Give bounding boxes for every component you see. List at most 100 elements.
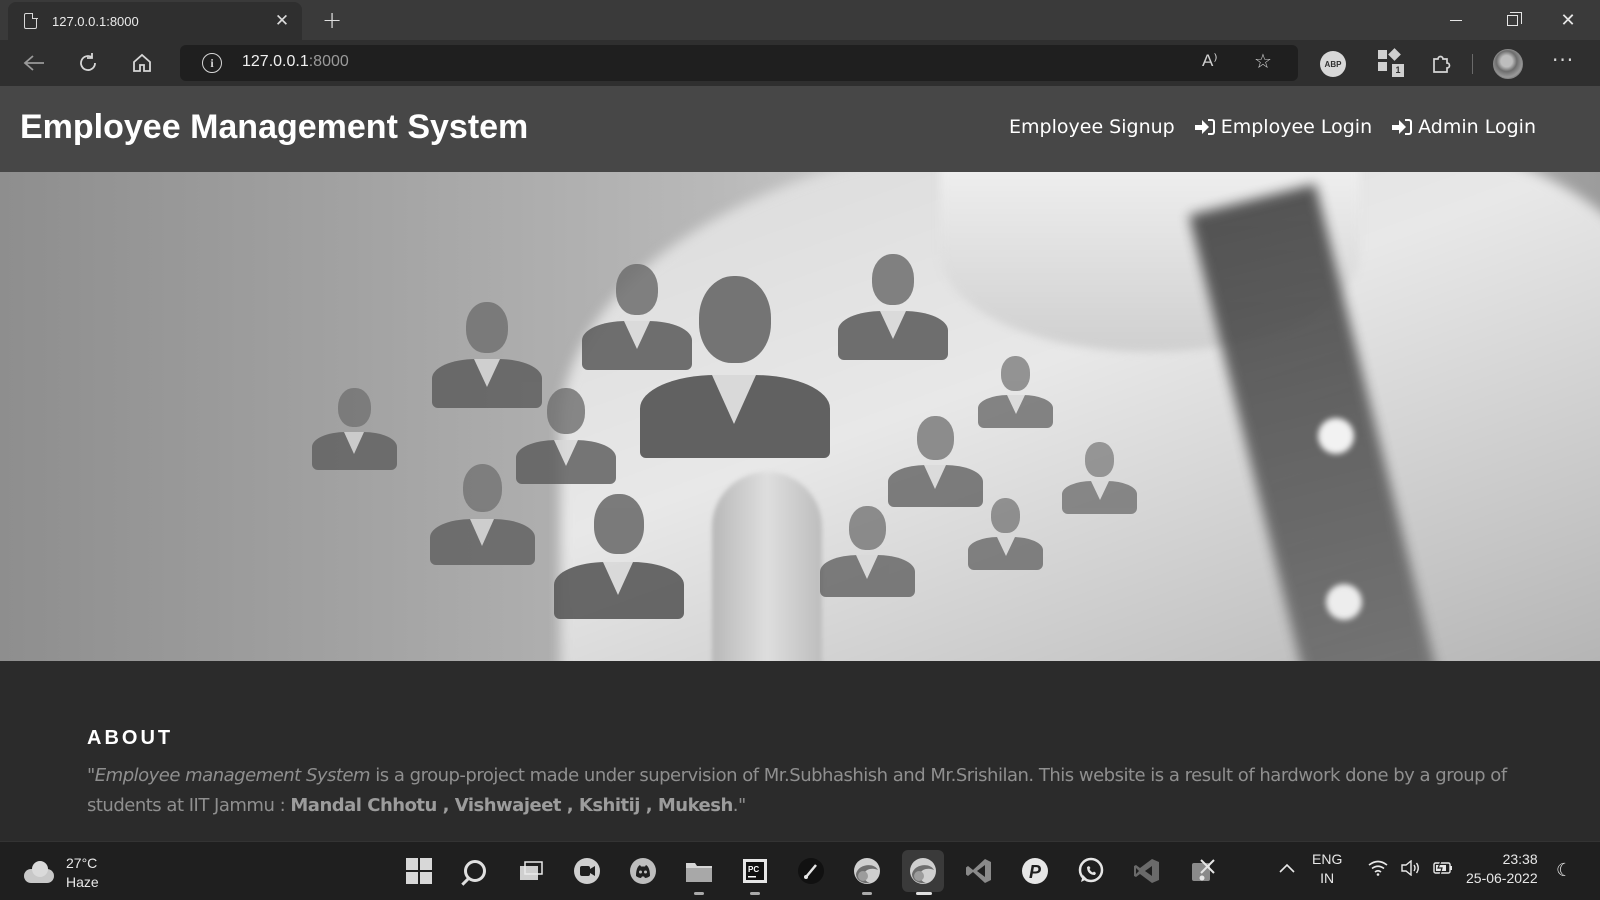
clock-time: 23:38 [1502, 851, 1538, 867]
vscode-button[interactable] [958, 850, 1000, 892]
restore-icon [1506, 11, 1522, 26]
employee-login-link[interactable]: Employee Login [1194, 116, 1373, 138]
pycharm-button[interactable]: PC [734, 850, 776, 895]
hero-finger-shape [712, 472, 822, 661]
minimize-button[interactable] [1428, 0, 1484, 40]
taskbar-clock[interactable]: 23:38 25-06-2022 [1466, 850, 1538, 888]
active-indicator [916, 892, 932, 895]
whatsapp-icon [1078, 857, 1104, 883]
system-tray: ENG IN [1278, 850, 1454, 888]
windows-logo-icon [406, 858, 432, 884]
employee-signup-link[interactable]: Employee Signup [1009, 116, 1175, 138]
wifi-icon[interactable] [1368, 860, 1388, 879]
weather-widget[interactable]: 27°C Haze [22, 854, 99, 892]
restore-button[interactable] [1484, 0, 1540, 40]
input-language-indicator[interactable]: ENG IN [1312, 850, 1342, 888]
pen-app-icon [798, 858, 824, 884]
snipping-tool-button[interactable] [1182, 850, 1224, 892]
about-quote-open: " [87, 765, 95, 786]
close-window-button[interactable]: ✕ [1540, 0, 1596, 40]
p-app-button[interactable]: P [1014, 850, 1056, 892]
running-indicator [862, 892, 872, 895]
video-chat-icon [574, 858, 600, 884]
info-icon[interactable]: i [202, 53, 222, 73]
visual-studio-button[interactable] [1126, 850, 1168, 892]
browser-tab-strip: 127.0.0.1:8000 ✕ + ✕ [0, 0, 1600, 40]
url-text[interactable]: 127.0.0.1:8000 [242, 53, 349, 71]
about-section: ABOUT "Employee management System is a g… [0, 661, 1600, 841]
hero-shirt-button [1318, 418, 1354, 454]
site-title[interactable]: Employee Management System [20, 108, 528, 147]
refresh-icon [80, 53, 96, 71]
person-silhouette-icon [978, 356, 1053, 431]
person-silhouette-icon [582, 264, 692, 374]
add-favorite-icon[interactable]: ☆ [1254, 49, 1272, 73]
about-quote-close: ." [732, 795, 747, 816]
edge-profile-button[interactable] [846, 850, 888, 895]
about-text: "Employee management System is a group-p… [87, 761, 1507, 821]
collections-square [1378, 50, 1387, 59]
person-silhouette-icon [1062, 442, 1137, 517]
search-icon [464, 860, 486, 882]
person-silhouette-icon [968, 498, 1043, 573]
hero-banner-image [0, 172, 1600, 661]
svg-text:P: P [1029, 862, 1042, 882]
close-tab-icon[interactable]: ✕ [270, 9, 294, 33]
file-explorer-button[interactable] [678, 850, 720, 895]
search-button[interactable] [454, 850, 496, 892]
person-silhouette-icon [554, 494, 684, 624]
address-bar[interactable]: i 127.0.0.1:8000 A⁾ ☆ [180, 45, 1298, 81]
person-silhouette-icon [888, 416, 983, 511]
extensions-icon[interactable] [1428, 50, 1454, 78]
edge-active-button[interactable] [902, 850, 944, 895]
back-button[interactable] [18, 47, 50, 79]
pycharm-icon: PC [743, 859, 767, 883]
settings-more-icon[interactable]: ··· [1552, 48, 1574, 72]
minimize-icon [1450, 19, 1462, 21]
task-view-icon [520, 861, 543, 880]
edge-browser-icon [910, 858, 936, 884]
person-silhouette-icon [838, 254, 948, 364]
about-members: Mandal Chhotu , Vishwajeet , Kshitij , M… [290, 795, 733, 816]
svg-text:PC: PC [748, 865, 759, 874]
focus-assist-moon-icon[interactable]: ☾ [1556, 860, 1572, 881]
volume-icon[interactable] [1400, 859, 1420, 879]
tab-title: 127.0.0.1:8000 [52, 13, 139, 29]
admin-login-label: Admin Login [1418, 116, 1536, 138]
edge-browser-icon [854, 858, 880, 884]
employee-signup-label: Employee Signup [1009, 116, 1175, 138]
refresh-button[interactable] [72, 47, 104, 79]
show-hidden-icons-chevron-icon[interactable] [1278, 861, 1296, 877]
person-silhouette-icon [820, 506, 915, 601]
temperature: 27°C [66, 855, 98, 871]
whatsapp-button[interactable] [1070, 850, 1112, 892]
visual-studio-icon [1134, 859, 1159, 883]
hero-shirt-button [1326, 584, 1362, 620]
teams-chat-button[interactable] [566, 850, 608, 892]
admin-login-link[interactable]: Admin Login [1392, 116, 1536, 138]
new-tab-button[interactable]: + [318, 6, 346, 34]
inkscape-button[interactable] [790, 850, 832, 892]
profile-avatar[interactable] [1493, 49, 1523, 79]
toolbar-divider [1472, 54, 1473, 74]
url-host: 127.0.0.1 [242, 53, 309, 70]
windows-taskbar: 27°C Haze PC P ENG IN 23:38 25-06-2022 ☾ [0, 841, 1600, 900]
discord-button[interactable] [622, 850, 664, 892]
read-aloud-icon[interactable]: A⁾ [1202, 51, 1218, 71]
about-heading: ABOUT [87, 727, 174, 749]
home-button[interactable] [126, 47, 158, 79]
collections-icon[interactable]: 1 [1378, 48, 1404, 78]
start-button[interactable] [398, 850, 440, 892]
employee-login-label: Employee Login [1220, 116, 1373, 138]
haze-weather-icon [22, 861, 56, 885]
task-view-button[interactable] [510, 850, 552, 892]
discord-icon [630, 858, 656, 884]
url-port: :8000 [308, 53, 349, 70]
browser-tab[interactable]: 127.0.0.1:8000 ✕ [8, 2, 302, 40]
region-code: IN [1320, 870, 1335, 886]
adblock-extension-icon[interactable]: ABP [1320, 51, 1346, 77]
about-system-name: Employee management System [94, 765, 371, 786]
home-icon [133, 53, 151, 72]
battery-icon[interactable] [1432, 860, 1454, 879]
browser-toolbar: i 127.0.0.1:8000 A⁾ ☆ [0, 40, 1600, 86]
